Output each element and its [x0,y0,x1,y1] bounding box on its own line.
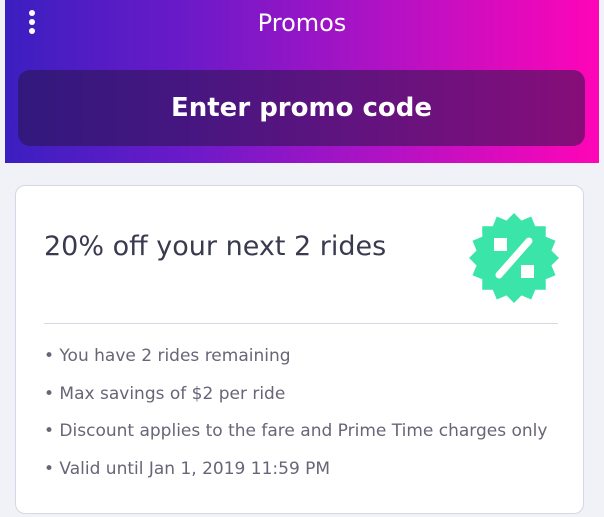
percent-badge-icon [469,213,559,303]
page-title: Promos [257,9,347,37]
promo-card: 20% off your next 2 rides • You have 2 r… [15,185,584,514]
list-item: • Valid until Jan 1, 2019 11:59 PM [44,458,331,479]
list-item: • Max savings of $2 per ride [44,383,286,404]
enter-promo-code-button[interactable]: Enter promo code [18,70,585,146]
divider [44,323,558,324]
list-item: • You have 2 rides remaining [44,346,291,366]
header-bar: Promos Enter promo code [5,0,599,163]
promo-details-list: • You have 2 rides remaining • Max savin… [44,345,547,495]
promo-title: 20% off your next 2 rides [44,231,387,262]
list-item: • Discount applies to the fare and Prime… [44,421,548,441]
